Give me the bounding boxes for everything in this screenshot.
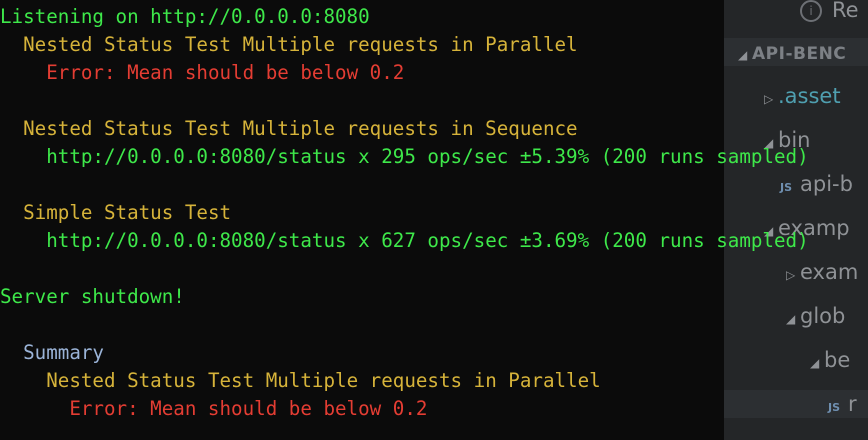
benchmark-result: http://0.0.0.0:8080/status x 295 ops/sec… bbox=[46, 145, 809, 168]
terminal-line: Error: Mean should be below 0.2 bbox=[0, 59, 404, 87]
terminal-line: Nested Status Test Multiple requests in … bbox=[0, 367, 601, 395]
summary-heading: Summary bbox=[23, 341, 104, 364]
terminal-line: Server shutdown! bbox=[0, 283, 185, 311]
test-suite-title: Simple Status Test bbox=[23, 201, 232, 224]
listening-message: Listening on http://0.0.0.0:8080 bbox=[0, 5, 370, 28]
terminal-line: Nested Status Test Multiple requests in … bbox=[0, 31, 578, 59]
terminal-line: Listening on http://0.0.0.0:8080 bbox=[0, 3, 370, 31]
terminal-line: Nested Status Test Multiple requests in … bbox=[0, 115, 578, 143]
test-suite-title: Nested Status Test Multiple requests in … bbox=[23, 117, 578, 140]
benchmark-result: http://0.0.0.0:8080/status x 627 ops/sec… bbox=[46, 229, 809, 252]
terminal-line: http://0.0.0.0:8080/status x 295 ops/sec… bbox=[0, 143, 809, 171]
terminal-line: Simple Status Test bbox=[0, 199, 231, 227]
terminal-line: Summary bbox=[0, 339, 104, 367]
shutdown-message: Server shutdown! bbox=[0, 285, 185, 308]
terminal-line: Error: Mean should be below 0.2 bbox=[0, 395, 427, 423]
terminal-line: http://0.0.0.0:8080/status x 627 ops/sec… bbox=[0, 227, 809, 255]
terminal-output[interactable]: Listening on http://0.0.0.0:8080 Nested … bbox=[0, 0, 868, 440]
test-suite-title: Nested Status Test Multiple requests in … bbox=[46, 369, 601, 392]
test-suite-title: Nested Status Test Multiple requests in … bbox=[23, 33, 578, 56]
error-message: Error: Mean should be below 0.2 bbox=[46, 61, 405, 84]
screen: i Re ◢ API-BENC ▷ .asset ◢ bin JS api-b ◢ exam… bbox=[0, 0, 868, 440]
error-message: Error: Mean should be below 0.2 bbox=[69, 397, 428, 420]
